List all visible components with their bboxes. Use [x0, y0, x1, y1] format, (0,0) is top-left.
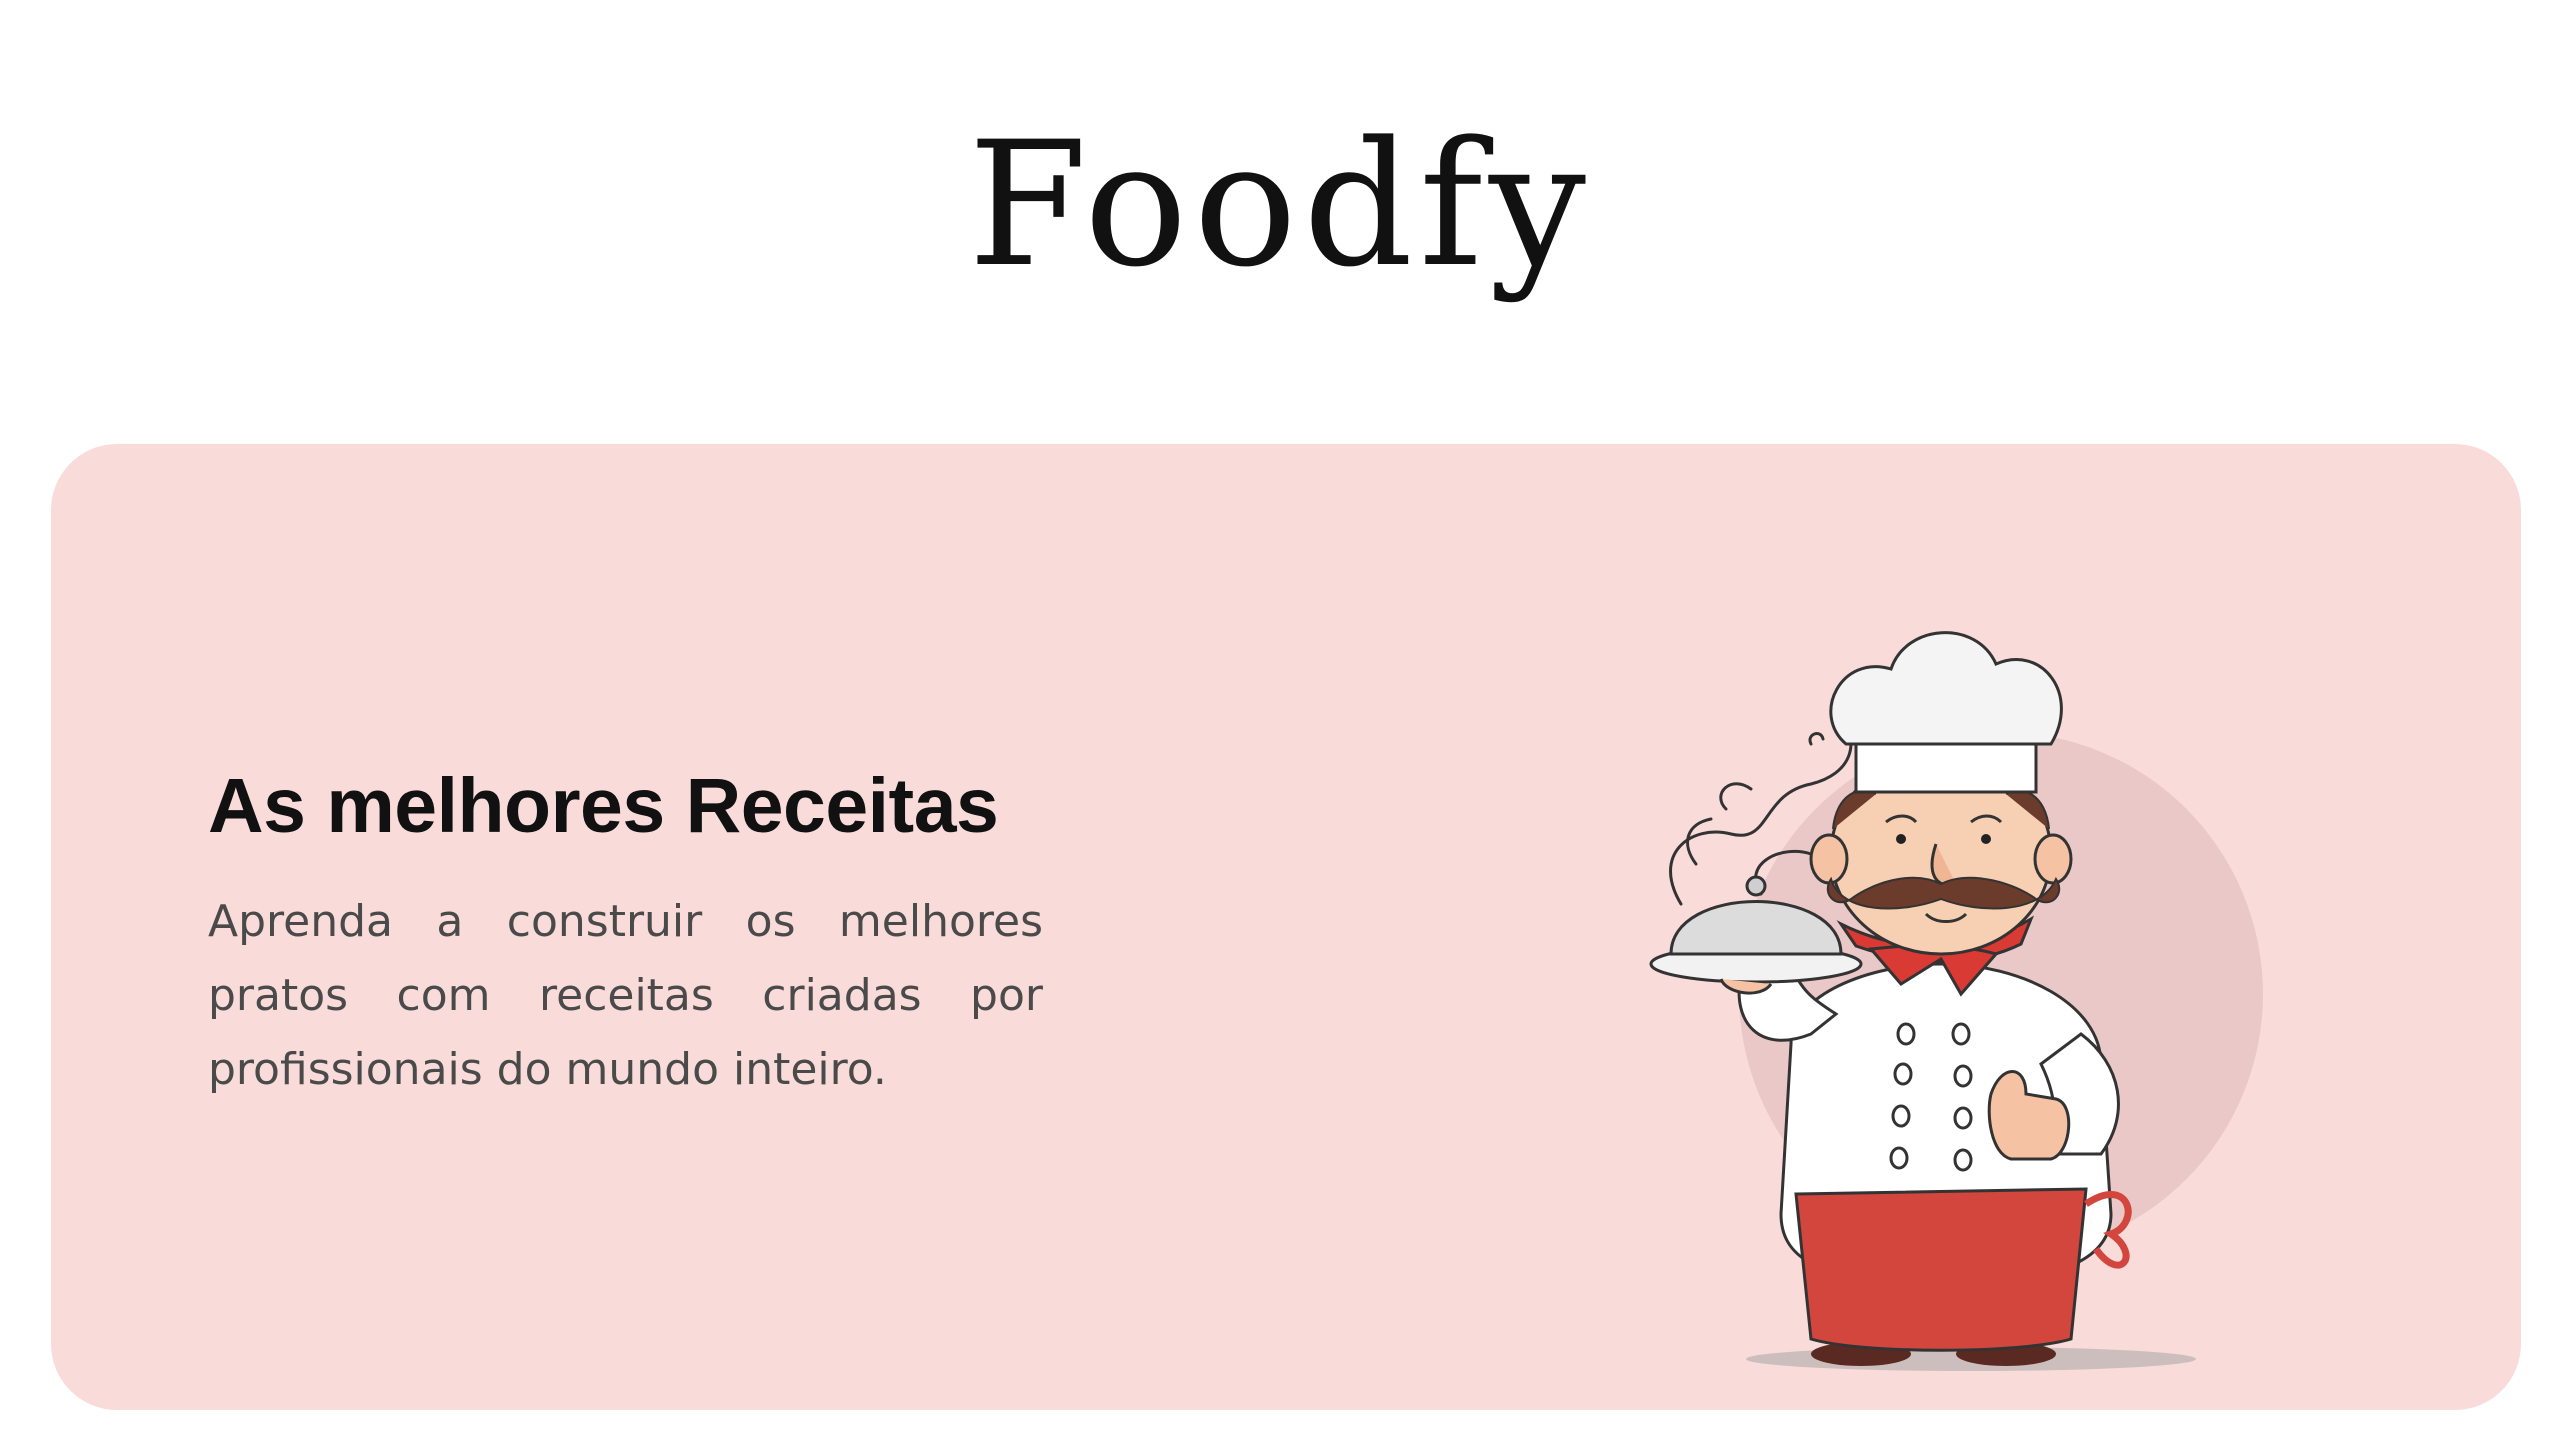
page-header: Foodfy — [0, 0, 2560, 440]
chef-illustration — [1649, 631, 2263, 1371]
chef-left-eye — [1896, 834, 1906, 844]
chef-hat-puff — [1829, 631, 2063, 746]
chef-right-ear — [2033, 833, 2073, 885]
foodfy-logo[interactable]: Foodfy — [968, 119, 1592, 291]
hero-title: As melhores Receitas — [208, 763, 999, 849]
hero-text: As melhores Receitas Aprenda a construir… — [208, 764, 1043, 1107]
cloche-knob — [1745, 875, 1767, 897]
chef-left-ear — [1809, 833, 1849, 885]
chef-apron — [1794, 1187, 2088, 1352]
chef-right-eye — [1981, 834, 1991, 844]
hero-banner: As melhores Receitas Aprenda a construir… — [51, 444, 2521, 1410]
hero-description: Aprenda a construir os melhores pratos c… — [208, 895, 1043, 1095]
